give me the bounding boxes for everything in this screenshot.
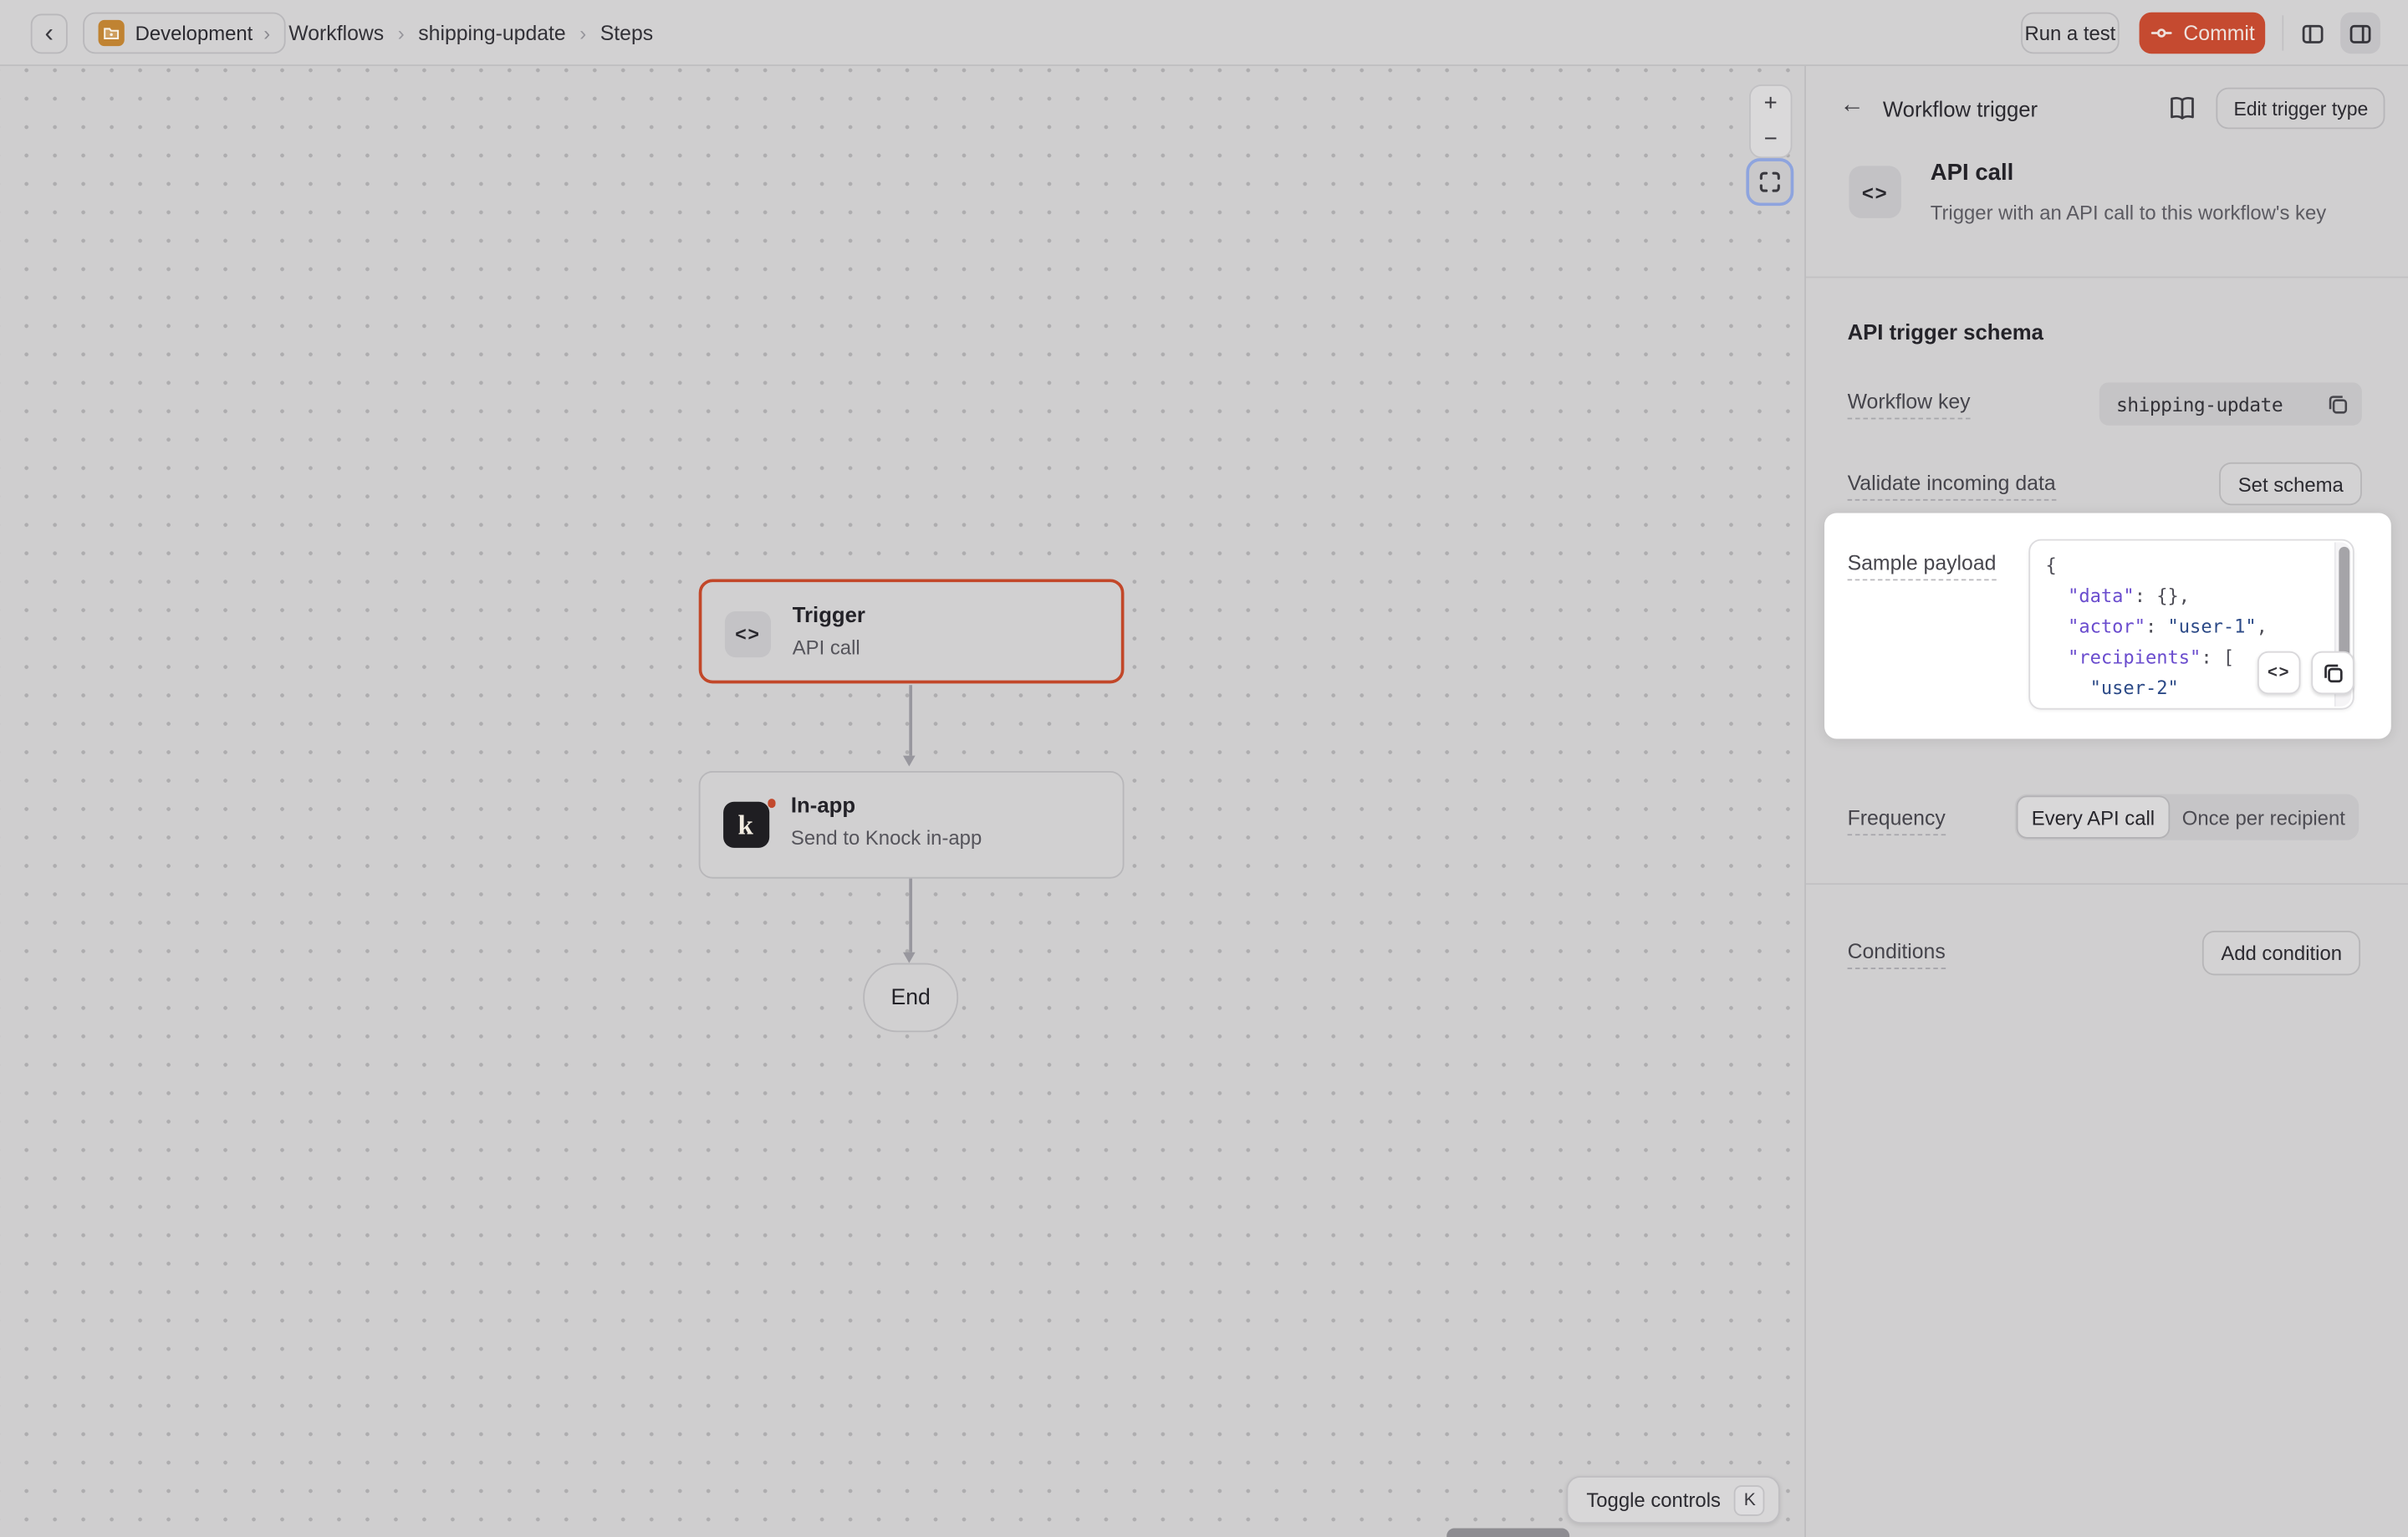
- app-window: ‹ Development › Workflows › shipping-upd…: [0, 0, 2408, 1537]
- zoom-in-button[interactable]: +: [1751, 86, 1791, 121]
- workflow-key-value-chip: shipping-update: [2099, 382, 2362, 425]
- keyboard-shortcut-badge: K: [1735, 1484, 1766, 1515]
- workflow-key-value: shipping-update: [2116, 392, 2314, 416]
- breadcrumb-workflow-key[interactable]: shipping-update: [418, 22, 565, 45]
- trigger-node-title: Trigger: [793, 602, 865, 626]
- topbar: ‹ Development › Workflows › shipping-upd…: [0, 0, 2408, 66]
- sample-payload-editor[interactable]: { "data": {}, "actor": "user-1", "recipi…: [2028, 539, 2354, 710]
- chevron-right-icon: ›: [579, 22, 586, 45]
- minus-icon: −: [1764, 126, 1778, 152]
- validate-incoming-data-label: Validate incoming data: [1848, 472, 2056, 501]
- expand-code-button[interactable]: <>: [2258, 651, 2300, 694]
- section-divider: [1806, 277, 2408, 278]
- edge-trigger-to-inapp: [909, 685, 911, 755]
- api-call-type-icon: <>: [1849, 166, 1900, 217]
- docs-button[interactable]: [2167, 92, 2201, 125]
- copy-workflow-key-button[interactable]: [2327, 392, 2350, 416]
- frequency-segmented-control: Every API call Once per recipient: [2015, 794, 2359, 840]
- environment-switcher[interactable]: Development ›: [83, 13, 285, 54]
- workflow-trigger-panel: ← Workflow trigger Edit trigger type <> …: [1804, 66, 2408, 1537]
- copy-icon: [2321, 661, 2344, 685]
- sample-payload-label: Sample payload: [1848, 551, 1997, 580]
- zoom-controls: + −: [1749, 84, 1792, 158]
- in-app-step-node[interactable]: k In-app Send to Knock in-app: [699, 771, 1125, 879]
- environment-name: Development: [135, 22, 253, 45]
- knock-logo-icon: k: [723, 802, 769, 848]
- topbar-divider: [2282, 15, 2283, 50]
- sample-payload-spotlight: Sample payload { "data": {}, "actor": "u…: [1824, 513, 2391, 738]
- chevron-left-icon: ‹: [45, 18, 54, 49]
- panel-title: Workflow trigger: [1883, 97, 2038, 121]
- toggle-right-panel-button[interactable]: [2340, 13, 2380, 54]
- frequency-option-every-api-call[interactable]: Every API call: [2017, 795, 2171, 838]
- commit-button[interactable]: Commit: [2140, 13, 2266, 54]
- back-button[interactable]: ‹: [31, 14, 68, 54]
- workflow-key-label: Workflow key: [1848, 391, 1971, 420]
- end-node: End: [863, 963, 958, 1033]
- breadcrumb-workflows[interactable]: Workflows: [288, 22, 384, 45]
- api-code-icon: <>: [725, 611, 771, 657]
- fit-view-button[interactable]: [1746, 158, 1793, 206]
- arrow-left-icon: ←: [1839, 92, 1864, 118]
- bottom-toolbar-sliver: [1446, 1529, 1569, 1537]
- panel-back-button[interactable]: ←: [1839, 92, 1866, 120]
- workflow-canvas[interactable]: + − <> Trigger API call k: [0, 66, 1804, 1537]
- conditions-label: Conditions: [1848, 940, 1946, 969]
- chevron-right-icon: ›: [263, 23, 270, 43]
- copy-icon: [2327, 392, 2350, 416]
- code-icon: <>: [2268, 663, 2290, 682]
- add-condition-button[interactable]: Add condition: [2202, 931, 2360, 975]
- frequency-label: Frequency: [1848, 806, 1946, 835]
- trigger-node[interactable]: <> Trigger API call: [699, 579, 1125, 683]
- run-a-test-button[interactable]: Run a test: [2021, 13, 2120, 54]
- right-panel-icon: [2348, 21, 2372, 45]
- trigger-type-description: Trigger with an API call to this workflo…: [1931, 202, 2326, 225]
- trigger-node-subtitle: API call: [793, 636, 860, 659]
- trigger-type-title: API call: [1931, 160, 2014, 186]
- toggle-controls-button[interactable]: Toggle controls K: [1566, 1476, 1780, 1524]
- copy-payload-button[interactable]: [2311, 651, 2354, 694]
- inapp-node-title: In-app: [791, 793, 855, 817]
- book-icon: [2167, 94, 2201, 125]
- frequency-option-once-per-recipient[interactable]: Once per recipient: [2170, 795, 2357, 838]
- breadcrumb-steps[interactable]: Steps: [600, 22, 653, 45]
- left-panel-icon: [2300, 21, 2324, 45]
- section-divider: [1806, 883, 2408, 885]
- plus-icon: +: [1764, 90, 1778, 116]
- schema-section-title: API trigger schema: [1848, 319, 2043, 344]
- fit-view-icon: [1758, 171, 1782, 194]
- toggle-left-panel-button[interactable]: [2293, 13, 2333, 54]
- edit-trigger-type-button[interactable]: Edit trigger type: [2217, 88, 2385, 130]
- edge-inapp-to-end: [909, 879, 911, 952]
- commit-icon: [2150, 22, 2173, 45]
- breadcrumb: Workflows › shipping-update › Steps: [288, 0, 653, 66]
- set-schema-button[interactable]: Set schema: [2220, 462, 2362, 505]
- chevron-right-icon: ›: [398, 22, 405, 45]
- environment-folder-icon: [99, 20, 125, 46]
- inapp-node-subtitle: Send to Knock in-app: [791, 826, 982, 850]
- zoom-out-button[interactable]: −: [1751, 121, 1791, 156]
